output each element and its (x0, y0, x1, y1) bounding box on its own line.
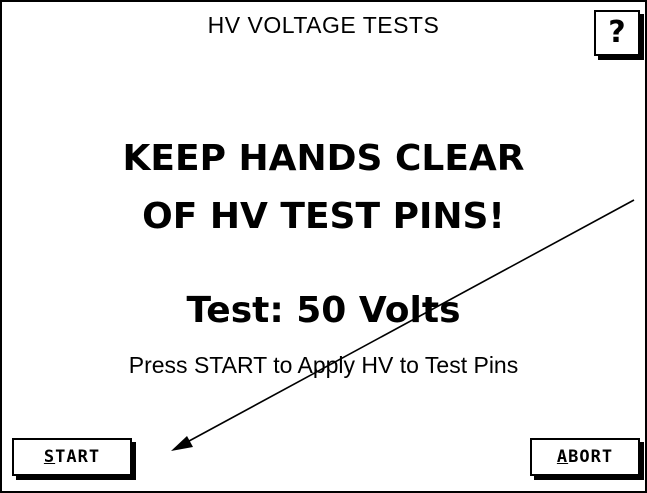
abort-button[interactable]: ABORT (530, 438, 640, 476)
test-voltage-label: Test: 50 Volts (186, 290, 461, 331)
start-accelerator-key: S (43, 447, 56, 467)
safety-warning: KEEP HANDS CLEAR OF HV TEST PINS! (2, 130, 645, 246)
start-button[interactable]: START (12, 438, 132, 476)
start-button-label: TART (55, 447, 101, 467)
abort-accelerator-key: A (556, 447, 569, 467)
screen-title: HV VOLTAGE TESTS (207, 12, 440, 38)
instruction-text: Press START to Apply HV to Test Pins (128, 352, 519, 378)
hv-test-screen: HV VOLTAGE TESTS ? KEEP HANDS CLEAR OF H… (0, 0, 647, 493)
warning-line-2: OF HV TEST PINS! (142, 196, 505, 237)
help-button[interactable]: ? (594, 10, 640, 56)
question-mark-icon: ? (608, 15, 626, 50)
warning-line-1: KEEP HANDS CLEAR (122, 138, 525, 179)
abort-button-label: BORT (568, 447, 614, 467)
